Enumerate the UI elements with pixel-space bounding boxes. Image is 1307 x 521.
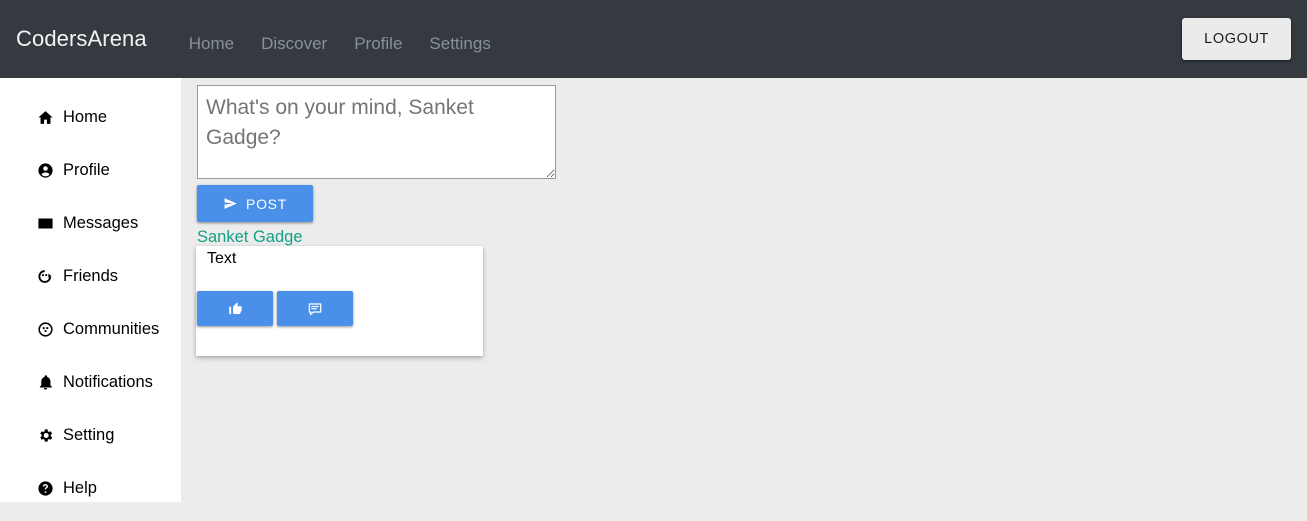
sidebar-item-messages[interactable]: Messages xyxy=(0,197,181,250)
post-submit-button[interactable]: POST xyxy=(197,185,313,222)
sidebar-item-label: Messages xyxy=(63,214,139,232)
communities-icon xyxy=(36,321,54,339)
top-navbar: CodersArena Home Discover Profile Settin… xyxy=(0,0,1307,78)
sidebar-item-label: Communities xyxy=(63,320,160,338)
gear-icon xyxy=(36,427,54,445)
post-author-name[interactable]: Sanket Gadge xyxy=(197,228,303,247)
sidebar-item-label: Help xyxy=(63,479,97,497)
like-button[interactable] xyxy=(197,291,273,326)
nav-link-home[interactable]: Home xyxy=(189,34,234,54)
sidebar-item-label: Notifications xyxy=(63,373,153,391)
sidebar-item-label: Setting xyxy=(63,426,115,444)
sidebar-item-help[interactable]: Help xyxy=(0,462,181,515)
envelope-icon xyxy=(36,215,54,233)
nav-link-profile[interactable]: Profile xyxy=(354,34,402,54)
comment-button[interactable] xyxy=(277,291,353,326)
main-content: POST Sanket Gadge Text xyxy=(181,78,1307,521)
comment-icon xyxy=(307,301,323,317)
post-composer-input[interactable] xyxy=(197,85,556,179)
sidebar-item-notifications[interactable]: Notifications xyxy=(0,356,181,409)
sidebar-item-label: Friends xyxy=(63,267,119,285)
brand-logo[interactable]: CodersArena xyxy=(16,26,147,52)
send-icon xyxy=(223,196,238,211)
sidebar: Home Profile Messages Friends Communitie… xyxy=(0,78,181,502)
account-circle-icon xyxy=(36,162,54,180)
post-button-label: POST xyxy=(246,195,287,212)
logout-button[interactable]: LOGOUT xyxy=(1182,18,1291,60)
sidebar-item-label: Profile xyxy=(63,161,110,179)
composer-area xyxy=(197,85,556,179)
nav-link-settings[interactable]: Settings xyxy=(429,34,490,54)
help-circle-icon xyxy=(36,480,54,498)
post-card: Sanket Gadge Text xyxy=(196,228,483,356)
logout-container: LOGOUT xyxy=(1182,18,1291,60)
primary-nav: Home Discover Profile Settings xyxy=(189,34,491,54)
post-body-text: Text xyxy=(207,250,237,267)
thumbs-up-icon xyxy=(228,301,243,316)
sidebar-item-friends[interactable]: Friends xyxy=(0,250,181,303)
bell-icon xyxy=(36,374,54,392)
sidebar-item-label: Home xyxy=(63,108,108,126)
nav-link-discover[interactable]: Discover xyxy=(261,34,327,54)
sidebar-item-home[interactable]: Home xyxy=(0,91,181,144)
sidebar-item-communities[interactable]: Communities xyxy=(0,303,181,356)
sidebar-item-setting[interactable]: Setting xyxy=(0,409,181,462)
sidebar-item-profile[interactable]: Profile xyxy=(0,144,181,197)
home-icon xyxy=(36,109,54,127)
post-actions xyxy=(197,291,353,326)
friends-icon xyxy=(36,268,54,286)
